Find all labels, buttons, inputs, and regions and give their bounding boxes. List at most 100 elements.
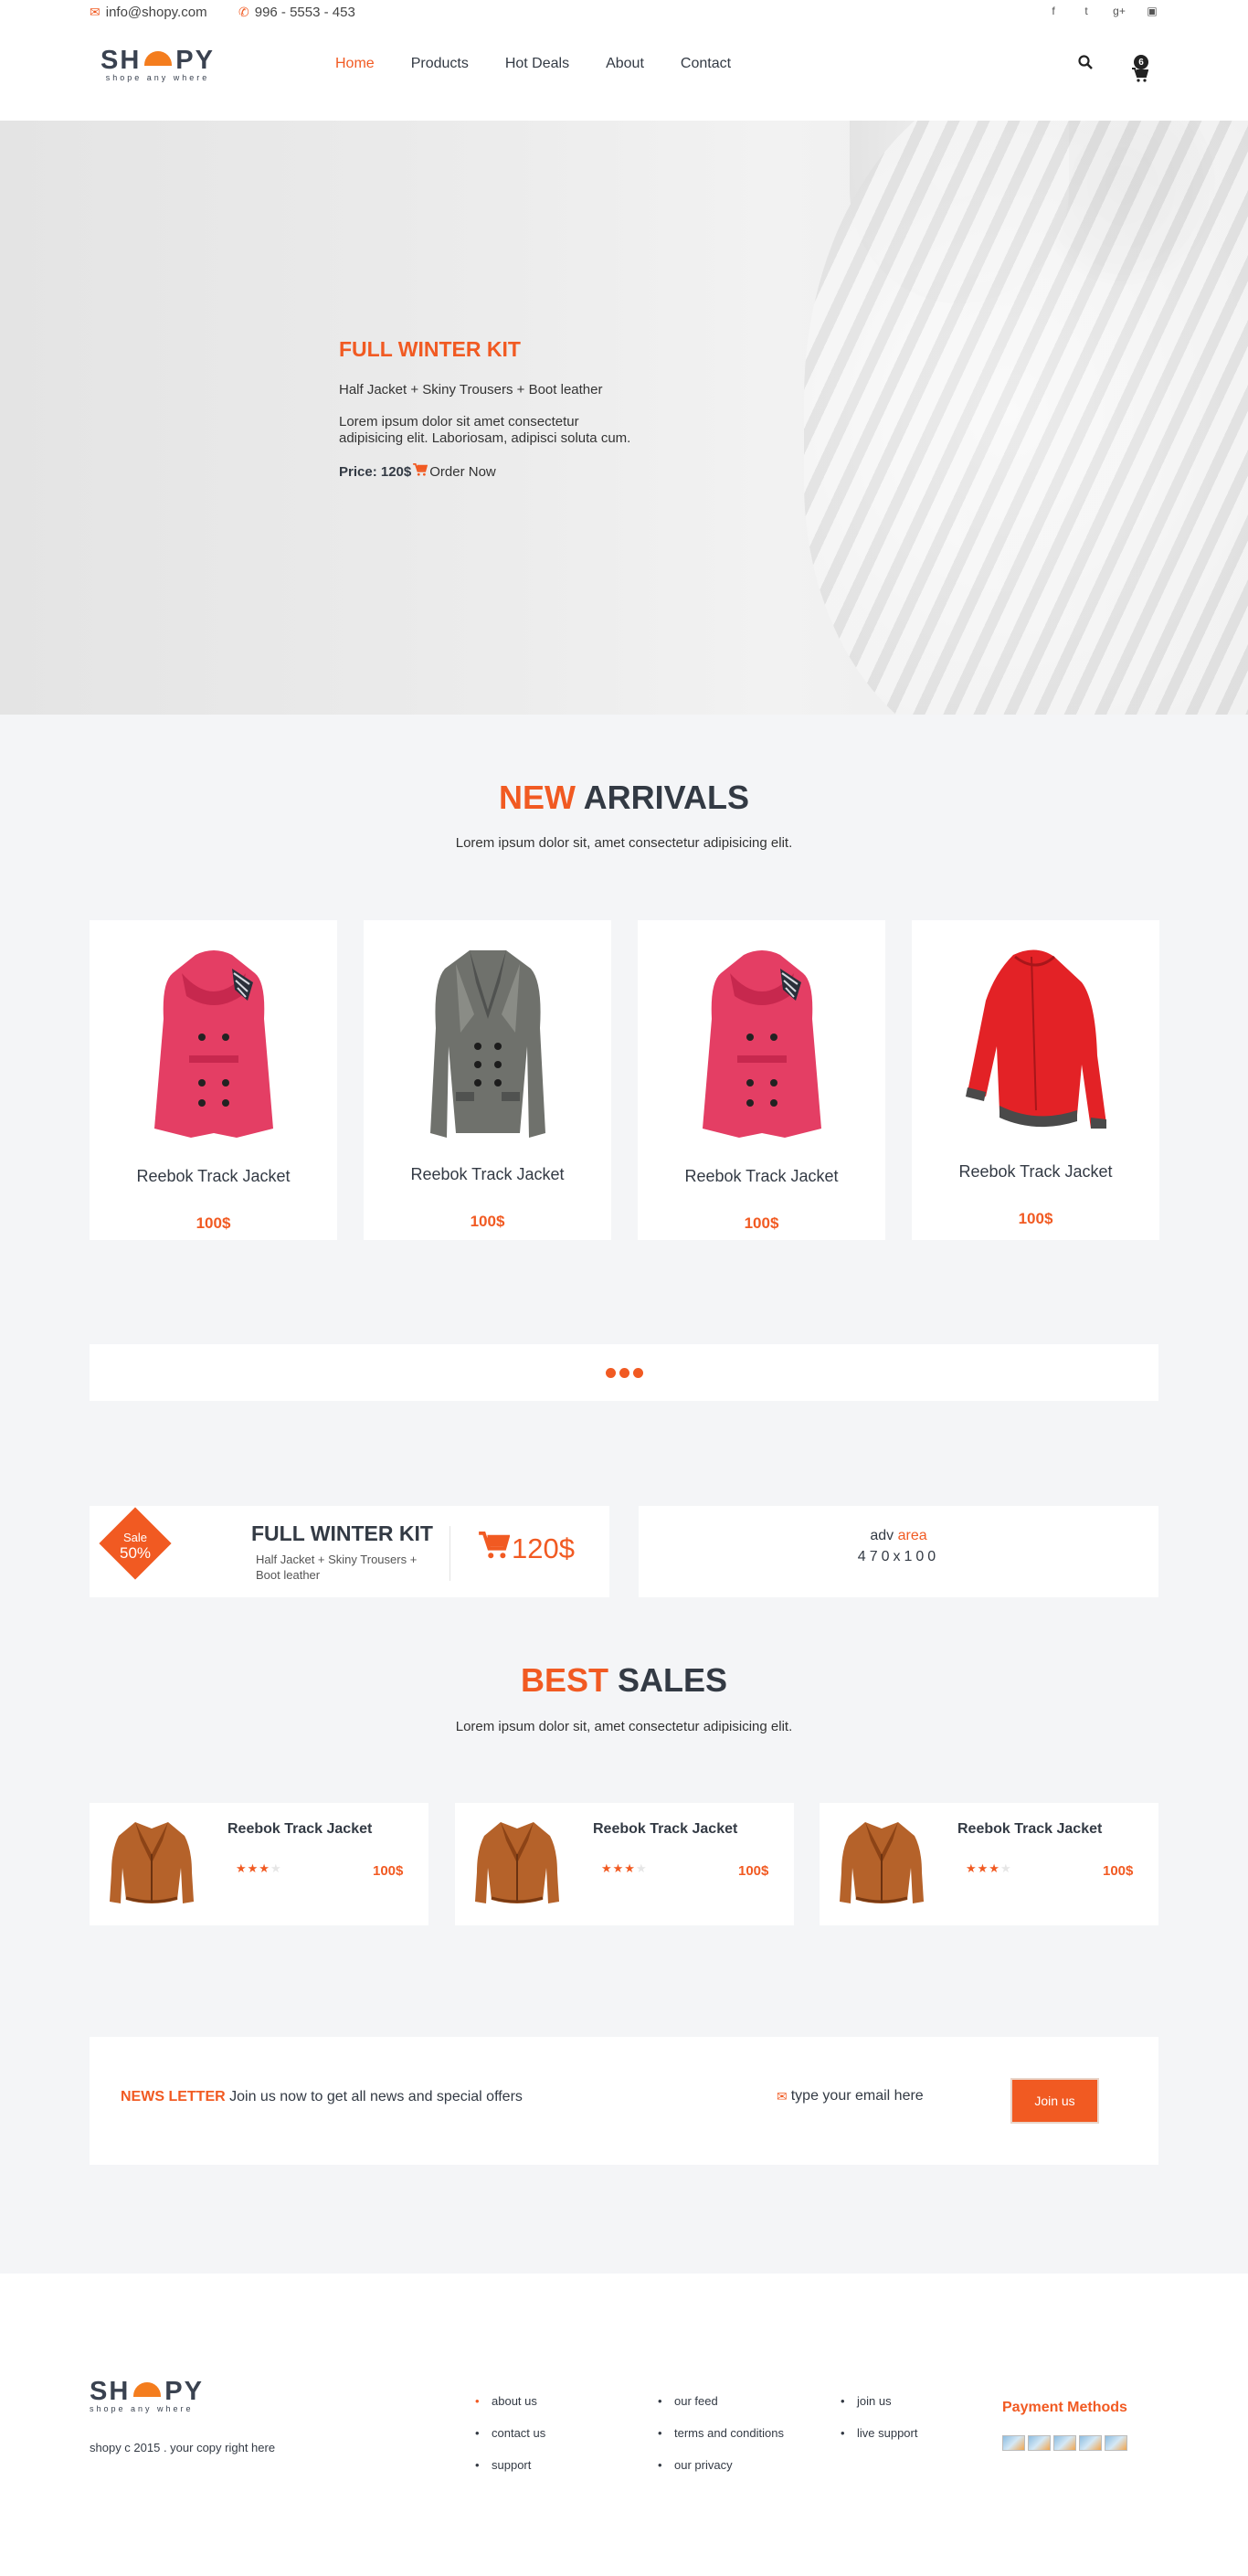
footer-links-col2: our feed terms and conditions our privac… xyxy=(658,2394,784,2490)
phone-contact[interactable]: ✆ 996 - 5553 - 453 xyxy=(238,5,355,20)
product-name: Reebok Track Jacket xyxy=(410,1165,565,1183)
cart-icon xyxy=(413,463,428,480)
email-text: info@shopy.com xyxy=(105,5,207,20)
cart-button[interactable]: 6 xyxy=(1129,55,1151,86)
payment-icons xyxy=(1002,2435,1127,2451)
envelope-icon: ✉ xyxy=(777,2088,788,2104)
best-sale-card[interactable]: Reebok Track Jacket ★★★★ 100$ xyxy=(90,1803,428,1925)
hero-content: FULL WINTER KIT Half Jacket + Skiny Trou… xyxy=(339,337,640,480)
pink-coat-image xyxy=(702,950,821,1138)
logo-tagline: shope any where xyxy=(105,73,210,82)
join-button[interactable]: Join us xyxy=(1010,2078,1099,2124)
facebook-icon[interactable]: f xyxy=(1047,5,1060,17)
google-plus-icon[interactable]: g+ xyxy=(1113,5,1126,17)
hero-price: Price: 120$ xyxy=(339,463,412,480)
product-card[interactable]: Reebok Track Jacket 100$ xyxy=(638,920,885,1240)
main-nav: Home Products Hot Deals About Contact xyxy=(335,56,767,72)
star-empty-icon: ★ xyxy=(999,1861,1012,1875)
nav-products[interactable]: Products xyxy=(411,56,469,72)
best-sale-card[interactable]: Reebok Track Jacket ★★★★ 100$ xyxy=(455,1803,794,1925)
newsletter-text: NEWS LETTER Join us now to get all news … xyxy=(121,2089,523,2105)
product-price: 100$ xyxy=(738,1863,769,1879)
logo-sun-icon xyxy=(144,50,173,66)
order-now-link[interactable]: Order Now xyxy=(429,464,496,480)
product-name: Reebok Track Jacket xyxy=(227,1821,373,1837)
social-links: f t g+ ▣ xyxy=(1047,5,1158,17)
logo-sun-icon xyxy=(133,2381,162,2397)
arrivals-title-rest: ARRIVALS xyxy=(583,779,749,816)
product-price: 100$ xyxy=(744,1214,779,1232)
footer-link-support[interactable]: support xyxy=(475,2458,545,2472)
payment-card-icon xyxy=(1002,2435,1025,2451)
star-icon: ★★★ xyxy=(236,1861,270,1875)
product-name: Reebok Track Jacket xyxy=(593,1821,738,1837)
logo-text-left: SH xyxy=(100,46,142,75)
cart-icon xyxy=(479,1532,511,1566)
carousel-dot[interactable] xyxy=(619,1367,629,1378)
footer-links-col1: about us contact us support xyxy=(475,2394,545,2490)
hero-title: FULL WINTER KIT xyxy=(339,337,521,361)
footer-link-live-support[interactable]: live support xyxy=(841,2426,917,2440)
hero-price-row: Price: 120$ Order Now xyxy=(339,463,640,480)
footer-link-privacy[interactable]: our privacy xyxy=(658,2458,784,2472)
best-sale-card[interactable]: Reebok Track Jacket ★★★★ 100$ xyxy=(820,1803,1158,1925)
logo-text-right: PY xyxy=(164,2377,204,2406)
logo-text-left: SH xyxy=(90,2377,131,2406)
leather-jacket-image xyxy=(840,1822,924,1903)
footer-link-feed[interactable]: our feed xyxy=(658,2394,784,2408)
instagram-icon[interactable]: ▣ xyxy=(1146,5,1158,17)
email-contact[interactable]: ✉ info@shopy.com xyxy=(90,5,207,20)
site-footer: SH PY shope any where shopy c 2015 . you… xyxy=(0,2274,1248,2576)
footer-link-terms[interactable]: terms and conditions xyxy=(658,2426,784,2440)
topbar: ✉ info@shopy.com ✆ 996 - 5553 - 453 f t … xyxy=(90,0,1158,27)
email-input[interactable]: ✉ type your email here xyxy=(777,2088,924,2104)
footer-link-contact[interactable]: contact us xyxy=(475,2426,545,2440)
sale-label: Sale xyxy=(122,1531,148,1544)
promo-price: 120$ xyxy=(512,1532,575,1564)
sale-badge-text: Sale 50% xyxy=(102,1530,168,1561)
search-icon[interactable] xyxy=(1078,55,1093,74)
adv-area[interactable]: adv area 470x100 xyxy=(639,1506,1158,1597)
nav-contact[interactable]: Contact xyxy=(681,56,731,72)
adv-label: adv area xyxy=(639,1528,1158,1544)
grey-coat-image xyxy=(429,950,545,1138)
star-icon: ★★★ xyxy=(601,1861,636,1875)
hero-knit-scarf-image xyxy=(804,121,1248,715)
leather-jacket-image xyxy=(475,1822,559,1903)
rating-stars: ★★★★ xyxy=(236,1861,282,1876)
product-price: 100$ xyxy=(373,1863,404,1879)
payment-methods-title: Payment Methods xyxy=(1002,2400,1127,2415)
arrivals-title-highlight: NEW xyxy=(498,779,576,816)
product-card[interactable]: Reebok Track Jacket 100$ xyxy=(90,920,337,1240)
logo[interactable]: SH PY shope any where xyxy=(100,46,215,82)
nav-home[interactable]: Home xyxy=(335,56,375,72)
twitter-icon[interactable]: t xyxy=(1080,5,1093,17)
logo-tagline: shope any where xyxy=(90,2404,194,2413)
adv-label-highlight: area xyxy=(897,1528,927,1543)
product-name: Reebok Track Jacket xyxy=(136,1167,291,1185)
product-price: 100$ xyxy=(196,1214,231,1232)
sale-percent: 50% xyxy=(119,1544,152,1562)
carousel-dot[interactable] xyxy=(605,1367,616,1378)
footer-link-join[interactable]: join us xyxy=(841,2394,917,2408)
arrivals-subtitle: Lorem ipsum dolor sit, amet consectetur … xyxy=(455,835,793,851)
hero-banner: FULL WINTER KIT Half Jacket + Skiny Trou… xyxy=(0,121,1248,715)
phone-icon: ✆ xyxy=(238,5,249,19)
cart-icon xyxy=(1132,68,1149,87)
footer-link-about[interactable]: about us xyxy=(475,2394,545,2408)
rating-stars: ★★★★ xyxy=(966,1861,1012,1876)
nav-hot-deals[interactable]: Hot Deals xyxy=(505,56,569,72)
hero-subtitle: Half Jacket + Skiny Trousers + Boot leat… xyxy=(339,382,603,398)
nav-about[interactable]: About xyxy=(606,56,644,72)
product-card[interactable]: Reebok Track Jacket 100$ xyxy=(364,920,611,1240)
product-card[interactable]: Reebok Track Jacket 100$ xyxy=(912,920,1159,1240)
carousel-dot[interactable] xyxy=(632,1367,643,1378)
promo-divider xyxy=(449,1526,450,1581)
pink-coat-image xyxy=(153,950,273,1138)
footer-logo[interactable]: SH PY shope any where xyxy=(90,2377,204,2413)
site-header: ✉ info@shopy.com ✆ 996 - 5553 - 453 f t … xyxy=(0,0,1248,121)
newsletter-description: Join us now to get all news and special … xyxy=(229,2089,523,2104)
payment-card-icon xyxy=(1053,2435,1076,2451)
product-price: 100$ xyxy=(1018,1210,1053,1227)
promo-banner[interactable]: Sale 50% FULL WINTER KIT Half Jacket + S… xyxy=(90,1506,609,1597)
